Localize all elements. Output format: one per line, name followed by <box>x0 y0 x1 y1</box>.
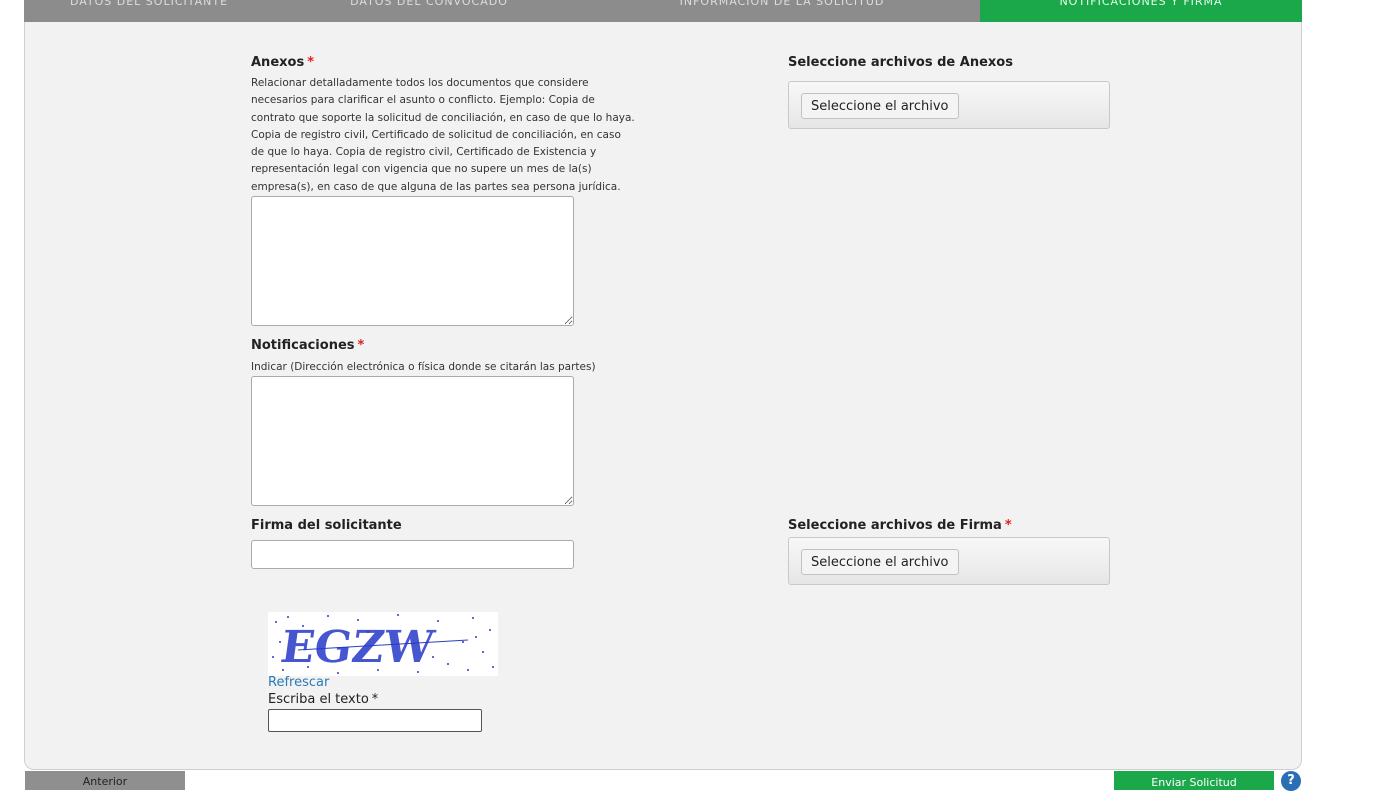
anexos-files-label: Seleccione archivos de Anexos <box>788 55 1013 70</box>
firma-file-picker: Seleccione el archivo <box>788 537 1110 585</box>
required-mark: * <box>1004 518 1012 533</box>
anexos-file-button[interactable]: Seleccione el archivo <box>801 93 959 119</box>
captcha-label: Escriba el texto * <box>268 692 379 707</box>
anexos-label: Anexos * <box>251 55 314 70</box>
required-mark: * <box>357 338 365 353</box>
help-icon[interactable]: ? <box>1281 771 1301 791</box>
firma-input[interactable] <box>251 540 574 569</box>
svg-text:EGZW: EGZW <box>277 621 438 673</box>
captcha-input[interactable] <box>268 709 482 732</box>
notificaciones-help: Indicar (Dirección electrónica o física … <box>251 361 596 373</box>
captcha-image: EGZW <box>268 612 498 676</box>
send-request-button[interactable]: Enviar Solicitud <box>1114 771 1274 790</box>
firma-file-button[interactable]: Seleccione el archivo <box>801 549 959 575</box>
anexos-file-picker: Seleccione el archivo <box>788 81 1110 129</box>
firma-label: Firma del solicitante <box>251 518 402 533</box>
tab-datos-solicitante[interactable]: Datos del solicitante <box>24 0 274 22</box>
notificaciones-textarea[interactable] <box>251 376 574 506</box>
required-mark: * <box>371 692 379 707</box>
tab-datos-convocado[interactable]: Datos del convocado <box>274 0 584 22</box>
step-tabs: Datos del solicitante Datos del convocad… <box>24 0 1302 22</box>
notificaciones-label: Notificaciones * <box>251 338 365 353</box>
firma-files-label: Seleccione archivos de Firma * <box>788 518 1012 533</box>
captcha-refresh-link[interactable]: Refrescar <box>268 675 329 690</box>
anexos-textarea[interactable] <box>251 196 574 326</box>
anexos-help: Relacionar detalladamente todos los docu… <box>251 77 635 193</box>
required-mark: * <box>307 55 314 70</box>
tab-notificaciones-firma[interactable]: Notificaciones y firma <box>980 0 1302 22</box>
tab-informacion-solicitud[interactable]: Información de la solicitud <box>584 0 980 22</box>
previous-button[interactable]: Anterior <box>25 771 185 790</box>
